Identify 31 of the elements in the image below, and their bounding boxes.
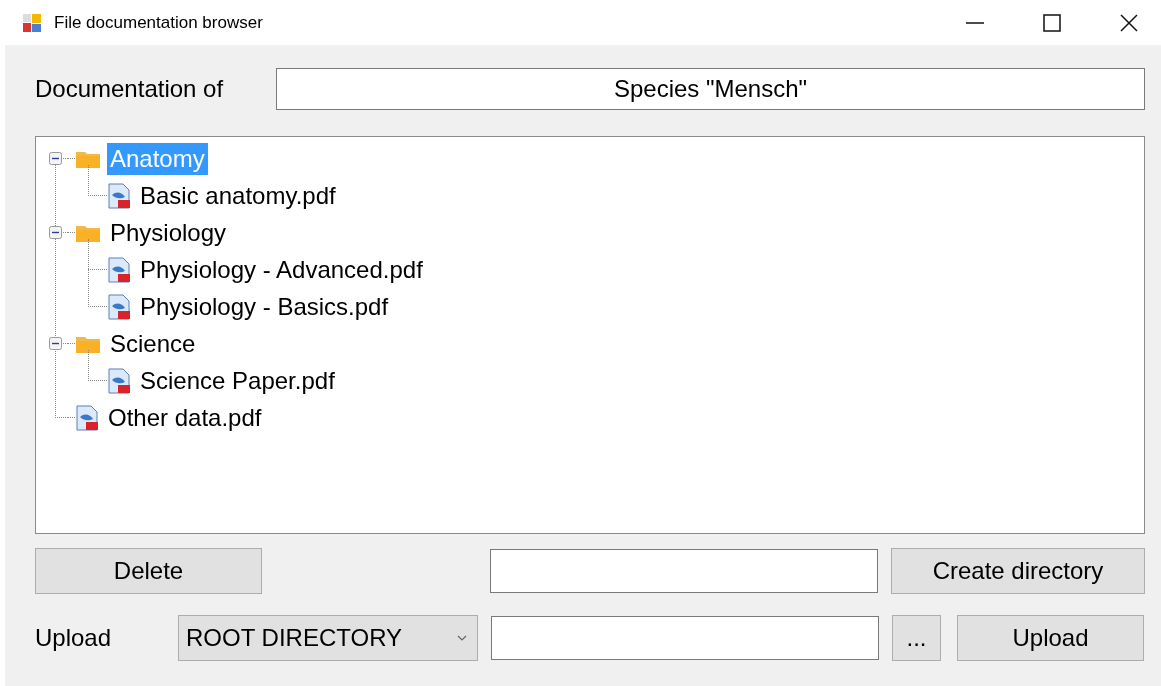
pdf-file-icon	[107, 256, 131, 283]
pdf-file-icon	[107, 182, 131, 209]
upload-button[interactable]: Upload	[957, 615, 1144, 661]
upload-label: Upload	[35, 624, 113, 652]
tree-item[interactable]: Physiology	[107, 216, 230, 249]
maximize-icon[interactable]	[1042, 12, 1062, 33]
pdf-file-icon	[75, 404, 99, 431]
documentation-label: Documentation of	[35, 75, 225, 103]
file-tree[interactable]: Anatomy Basic anatomy.pdf Physiology Physiology - Advanced.pdf Physiology - Basics.pdf Science Science Paper.pdf Other data.pdf	[35, 136, 1145, 534]
browse-button[interactable]: ...	[892, 615, 941, 661]
tree-item[interactable]: Science	[107, 327, 199, 360]
tree-item[interactable]: Physiology - Basics.pdf	[137, 290, 392, 323]
close-icon[interactable]	[1119, 12, 1139, 33]
target-dropdown[interactable]: ROOT DIRECTORY	[178, 615, 478, 661]
collapse-icon[interactable]	[48, 337, 62, 350]
pdf-file-icon	[107, 367, 131, 394]
create-directory-button[interactable]: Create directory	[891, 548, 1145, 594]
tree-item[interactable]: Physiology - Advanced.pdf	[137, 253, 426, 286]
pdf-file-icon	[107, 293, 131, 320]
collapse-icon[interactable]	[48, 152, 62, 165]
delete-button[interactable]: Delete	[35, 548, 262, 594]
collapse-icon[interactable]	[48, 226, 62, 239]
tree-item[interactable]: Science Paper.pdf	[137, 364, 338, 397]
tree-item[interactable]: Basic anatomy.pdf	[137, 179, 339, 212]
directory-name-field[interactable]	[490, 549, 878, 593]
window-title: File documentation browser	[54, 12, 263, 33]
documentation-field[interactable]: Species "Mensch"	[276, 68, 1145, 110]
file-path-field[interactable]	[491, 616, 879, 660]
tree-item[interactable]: Other data.pdf	[105, 401, 265, 434]
chevron-down-icon	[457, 635, 467, 641]
app-icon	[22, 12, 42, 33]
